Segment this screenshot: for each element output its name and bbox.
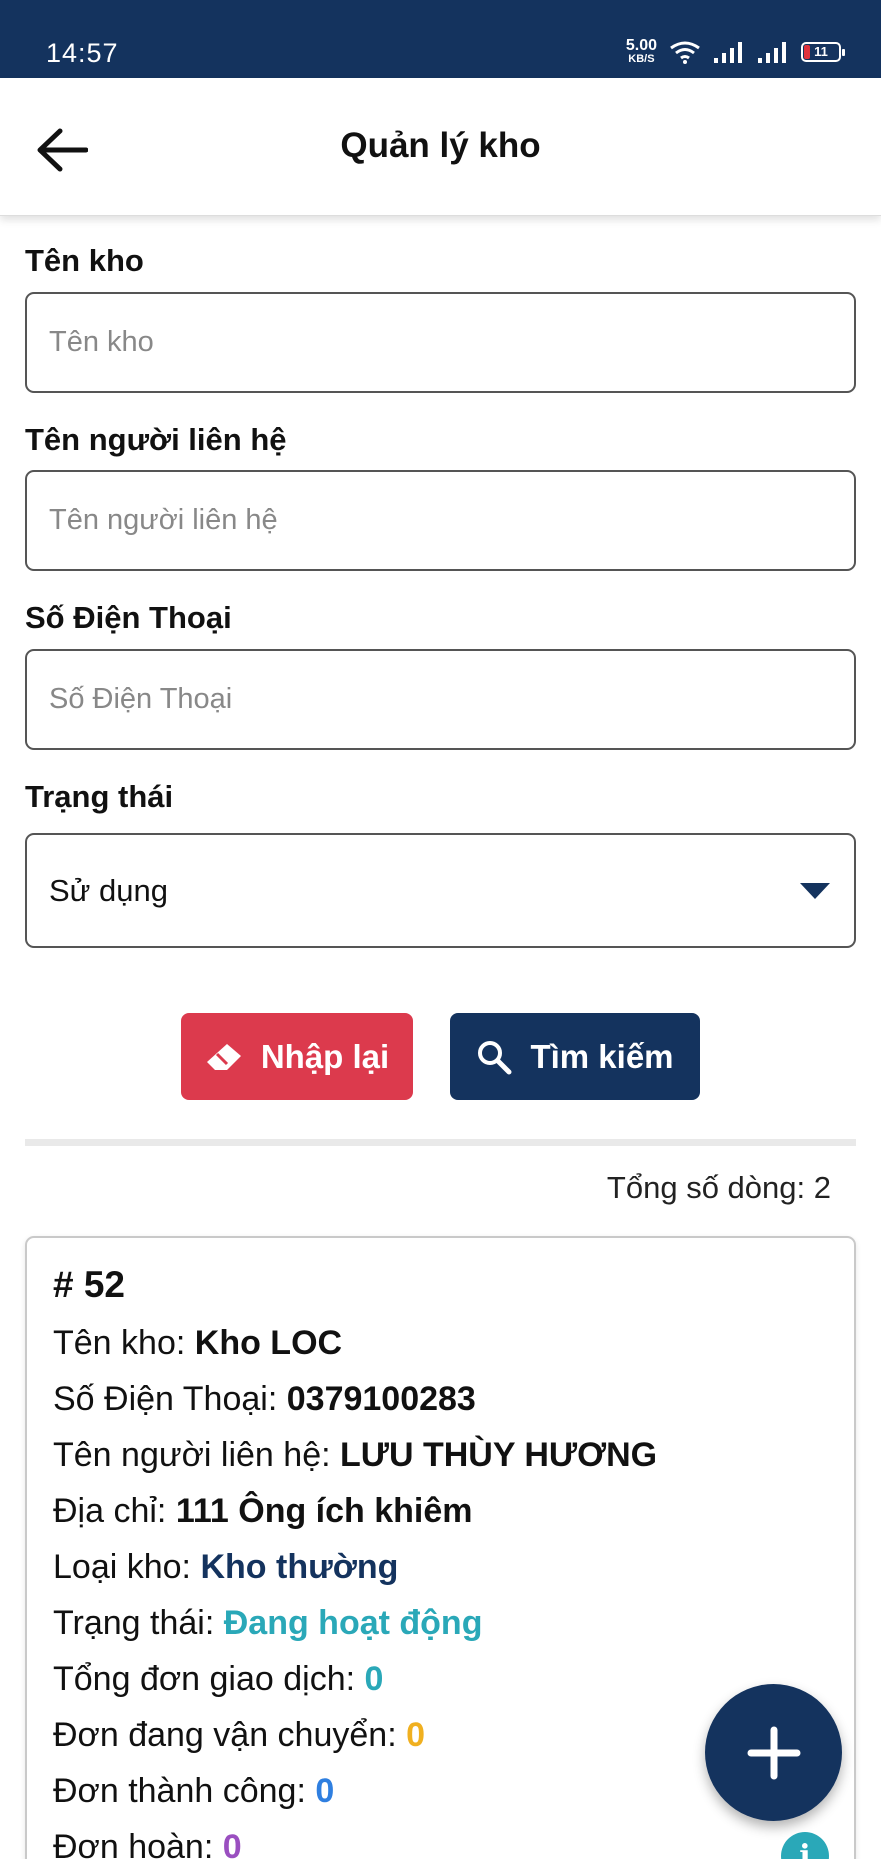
row-value: 0 (364, 1660, 384, 1698)
row-label: Đơn hoàn: (53, 1828, 214, 1859)
status-select-value: Sử dụng (49, 872, 169, 908)
warehouse-id: # 52 (53, 1264, 126, 1305)
phone-field[interactable] (25, 649, 856, 750)
warehouse-name-label: Tên kho (25, 243, 144, 278)
app-bar: Quản lý kho (0, 78, 881, 216)
search-icon (478, 1040, 512, 1074)
card-row-contact-name: Tên người liên hệ: LƯU THÙY HƯƠNG (53, 1436, 657, 1475)
row-label: Địa chỉ: (53, 1492, 167, 1530)
status-icons: 5.00 KB/S 11 (626, 38, 845, 65)
network-speed: 5.00 KB/S (626, 38, 657, 65)
caret-down-icon (800, 882, 830, 899)
total-rows: Tổng số dòng: 2 (607, 1170, 831, 1206)
warehouse-name-field[interactable] (25, 292, 856, 393)
reset-button[interactable]: Nhập lại (181, 1013, 413, 1100)
phone-input[interactable] (27, 651, 854, 748)
network-speed-value: 5.00 (625, 37, 657, 54)
row-label: Tên người liên hệ: (53, 1436, 331, 1474)
battery-icon: 11 (801, 41, 845, 62)
page-title: Quản lý kho (340, 126, 541, 165)
card-row-warehouse-name: Tên kho: Kho LOC (53, 1324, 342, 1363)
row-value: 0 (222, 1828, 242, 1859)
search-button-label: Tìm kiếm (530, 1037, 674, 1075)
section-divider (25, 1139, 856, 1146)
row-value: LƯU THÙY HƯƠNG (340, 1436, 658, 1474)
row-value: 0379100283 (286, 1380, 476, 1418)
warehouse-name-input[interactable] (27, 294, 854, 391)
signal-icon-sim1 (714, 41, 742, 63)
card-row-returned: Đơn hoàn: 0 (53, 1828, 242, 1859)
row-label: Trạng thái: (53, 1604, 215, 1642)
row-value: Kho LOC (194, 1324, 343, 1362)
plus-icon (747, 1726, 800, 1779)
card-row-status: Trạng thái: Đang hoạt động (53, 1604, 482, 1643)
status-label: Trạng thái (25, 779, 174, 814)
search-button[interactable]: Tìm kiếm (450, 1013, 700, 1100)
card-row-in-transit: Đơn đang vận chuyển: 0 (53, 1716, 425, 1755)
add-warehouse-button[interactable] (705, 1684, 842, 1821)
row-value: Kho thường (200, 1548, 399, 1586)
contact-name-field[interactable] (25, 470, 856, 571)
row-label: Tổng đơn giao dịch: (53, 1660, 356, 1698)
row-label: Đơn thành công: (53, 1772, 306, 1810)
contact-name-input[interactable] (27, 472, 854, 569)
info-icon-glyph: i (799, 1838, 811, 1859)
status-select[interactable]: Sử dụng (25, 833, 856, 948)
row-label: Số Điện Thoại: (53, 1380, 278, 1418)
signal-icon-sim2 (758, 41, 786, 63)
row-value: 0 (315, 1772, 335, 1810)
card-row-warehouse-type: Loại kho: Kho thường (53, 1548, 398, 1587)
card-row-phone: Số Điện Thoại: 0379100283 (53, 1380, 476, 1419)
battery-level: 11 (814, 44, 828, 59)
card-row-success: Đơn thành công: 0 (53, 1772, 334, 1811)
network-speed-unit: KB/S (628, 53, 655, 65)
row-value: 0 (406, 1716, 426, 1754)
card-row-address: Địa chỉ: 111 Ông ích khiêm (53, 1492, 473, 1531)
row-label: Loại kho: (53, 1548, 191, 1586)
total-rows-value: 2 (813, 1170, 831, 1205)
total-rows-label: Tổng số dòng: (606, 1170, 806, 1205)
status-bar: 14:57 5.00 KB/S 11 (0, 0, 881, 78)
card-row-total-orders: Tổng đơn giao dịch: 0 (53, 1660, 383, 1699)
reset-button-label: Nhập lại (260, 1037, 390, 1075)
phone-label: Số Điện Thoại (25, 600, 232, 635)
row-label: Đơn đang vận chuyển: (53, 1716, 397, 1754)
row-value: 111 Ông ích khiêm (175, 1492, 473, 1530)
wifi-icon (670, 41, 700, 64)
row-label: Tên kho: (53, 1324, 186, 1362)
eraser-icon (206, 1043, 241, 1070)
row-value: Đang hoạt động (223, 1604, 483, 1642)
status-time: 14:57 (46, 38, 119, 68)
contact-name-label: Tên người liên hệ (25, 422, 287, 457)
